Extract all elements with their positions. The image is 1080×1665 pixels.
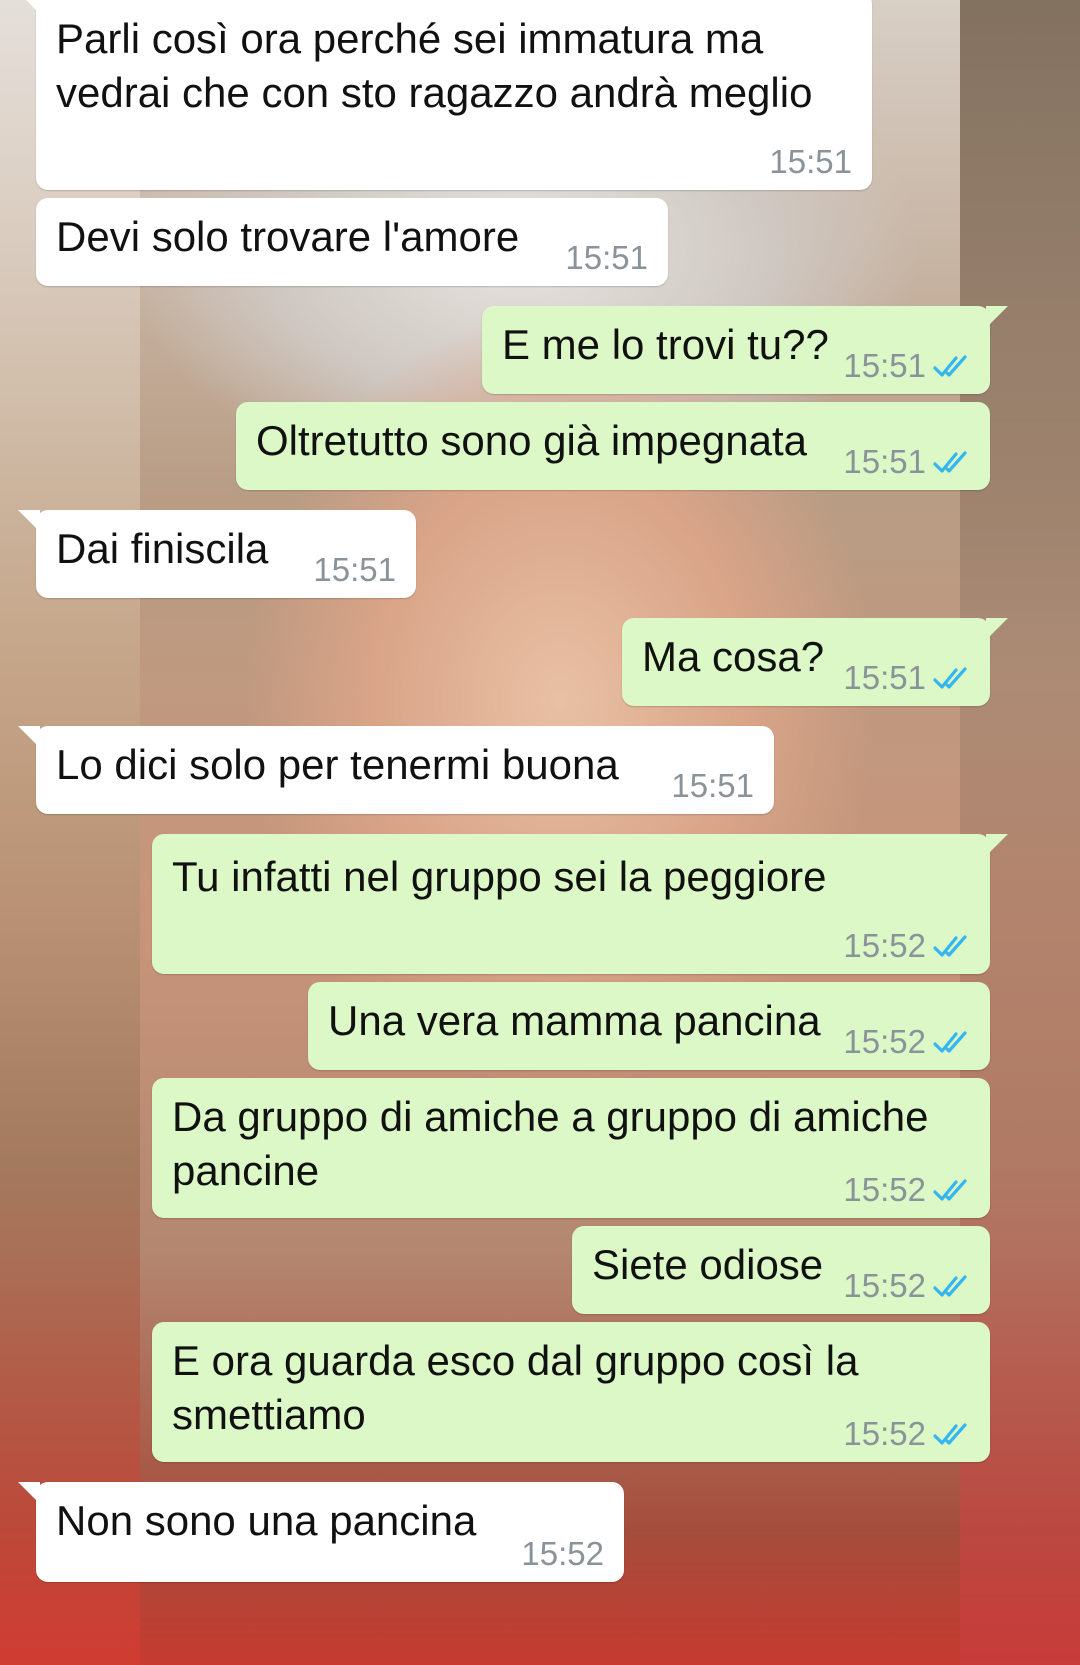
message-bubble-outgoing[interactable]: Ma cosa? 15:51 <box>622 618 1008 706</box>
message-text: Parli così ora perché sei immatura ma ve… <box>56 12 812 120</box>
message-bubble-outgoing[interactable]: Oltretutto sono già impegnata 15:51 <box>236 402 990 490</box>
message-timestamp: 15:52 <box>843 1023 926 1060</box>
message-timestamp: 15:51 <box>313 551 396 588</box>
message-timestamp: 15:51 <box>843 659 926 696</box>
double-check-icon <box>933 1031 967 1053</box>
message-text: E ora guarda esco dal gruppo così la sme… <box>172 1334 858 1442</box>
message-meta: 15:52 <box>843 926 972 966</box>
message-text: Da gruppo di amiche a gruppo di amiche p… <box>172 1090 928 1198</box>
message-meta: 15:52 <box>521 1534 604 1574</box>
message-text: Siete odiose <box>592 1238 823 1292</box>
double-check-icon <box>933 1275 967 1297</box>
message-bubble-incoming[interactable]: Dai finiscila 15:51 <box>18 510 416 598</box>
double-check-icon <box>933 355 967 377</box>
message-line: Da gruppo di amiche a gruppo di amiche <box>172 1093 929 1140</box>
message-line: pancine <box>172 1147 320 1194</box>
message-timestamp: 15:52 <box>843 927 926 964</box>
message-line: E me lo trovi tu?? <box>502 321 829 368</box>
message-line: vedrai che con sto ragazzo andrà meglio <box>56 69 813 116</box>
message-meta: 15:52 <box>843 1170 972 1210</box>
message-bubble-outgoing[interactable]: Una vera mamma pancina 15:52 <box>308 982 990 1070</box>
message-bubble-outgoing[interactable]: Tu infatti nel gruppo sei la peggiore 15… <box>152 834 1008 974</box>
message-text: E me lo trovi tu?? <box>502 318 829 372</box>
message-text: Una vera mamma pancina <box>328 994 821 1048</box>
message-timestamp: 15:51 <box>843 347 926 384</box>
double-check-icon <box>933 935 967 957</box>
message-meta: 15:51 <box>843 442 972 482</box>
message-text: Tu infatti nel gruppo sei la peggiore <box>172 850 827 904</box>
message-text: Oltretutto sono già impegnata <box>256 414 807 468</box>
message-timestamp: 15:52 <box>521 1535 604 1572</box>
message-text: Devi solo trovare l'amore <box>56 210 519 264</box>
message-line: Siete odiose <box>592 1241 824 1288</box>
message-bubble-incoming[interactable]: Non sono una pancina 15:52 <box>18 1482 624 1582</box>
message-meta: 15:51 <box>313 550 396 590</box>
message-timestamp: 15:51 <box>843 443 926 480</box>
double-check-icon <box>933 667 967 689</box>
message-timestamp: 15:51 <box>565 239 648 276</box>
message-line: E ora guarda esco dal gruppo così la <box>172 1337 859 1384</box>
message-bubble-incoming[interactable]: Lo dici solo per tenermi buona 15:51 <box>18 726 774 814</box>
message-timestamp: 15:52 <box>843 1415 926 1452</box>
chat-message-list[interactable]: Parli così ora perché sei immatura ma ve… <box>0 0 1080 1665</box>
double-check-icon <box>933 451 967 473</box>
message-timestamp: 15:52 <box>843 1171 926 1208</box>
message-text: Ma cosa? <box>642 630 824 684</box>
message-line: Oltretutto sono già impegnata <box>256 417 808 464</box>
message-meta: 15:51 <box>843 346 972 386</box>
message-meta: 15:51 <box>671 766 754 806</box>
message-bubble-outgoing[interactable]: Siete odiose 15:52 <box>572 1226 990 1314</box>
double-check-icon <box>933 1179 967 1201</box>
message-meta: 15:52 <box>843 1266 972 1306</box>
message-timestamp: 15:52 <box>843 1267 926 1304</box>
message-line: Una vera mamma pancina <box>328 997 821 1044</box>
message-line: Non sono una pancina <box>56 1497 477 1544</box>
message-timestamp: 15:51 <box>671 767 754 804</box>
double-check-icon <box>933 1423 967 1445</box>
message-line: Ma cosa? <box>642 633 825 680</box>
message-line: Lo dici solo per tenermi buona <box>56 741 619 788</box>
message-line: smettiamo <box>172 1391 366 1438</box>
message-meta: 15:51 <box>769 142 852 182</box>
message-bubble-incoming[interactable]: Devi solo trovare l'amore 15:51 <box>36 198 668 286</box>
message-meta: 15:52 <box>843 1414 972 1454</box>
message-meta: 15:51 <box>843 658 972 698</box>
message-line: Parli così ora perché sei immatura ma <box>56 15 764 62</box>
message-meta: 15:52 <box>843 1022 972 1062</box>
message-line: Devi solo trovare l'amore <box>56 213 520 260</box>
message-text: Dai finiscila <box>56 522 268 576</box>
message-text: Non sono una pancina <box>56 1494 476 1548</box>
message-text: Lo dici solo per tenermi buona <box>56 738 619 792</box>
message-timestamp: 15:51 <box>769 143 852 180</box>
message-meta: 15:51 <box>565 238 648 278</box>
message-bubble-incoming[interactable]: Parli così ora perché sei immatura ma ve… <box>18 0 872 190</box>
message-line: Tu infatti nel gruppo sei la peggiore <box>172 853 827 900</box>
message-bubble-outgoing[interactable]: E me lo trovi tu?? 15:51 <box>482 306 1008 394</box>
message-bubble-outgoing[interactable]: E ora guarda esco dal gruppo così la sme… <box>152 1322 990 1462</box>
message-line: Dai finiscila <box>56 525 269 572</box>
message-bubble-outgoing[interactable]: Da gruppo di amiche a gruppo di amiche p… <box>152 1078 990 1218</box>
